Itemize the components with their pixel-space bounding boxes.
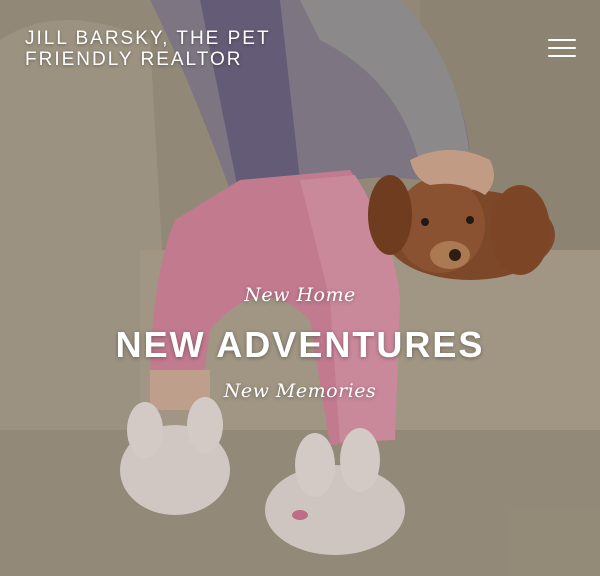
menu-bar xyxy=(548,55,576,57)
hero-subtitle-bottom: New Memories xyxy=(223,380,377,402)
menu-bar xyxy=(548,39,576,41)
hero-section: JILL BARSKY, THE PET FRIENDLY REALTOR Ne… xyxy=(0,0,600,576)
hamburger-menu-icon[interactable] xyxy=(548,39,578,61)
hero-headline: NEW ADVENTURES xyxy=(115,324,485,365)
menu-bar xyxy=(548,47,576,49)
hero-subtitle-top: New Home xyxy=(244,284,356,306)
site-title[interactable]: JILL BARSKY, THE PET FRIENDLY REALTOR xyxy=(25,28,325,70)
